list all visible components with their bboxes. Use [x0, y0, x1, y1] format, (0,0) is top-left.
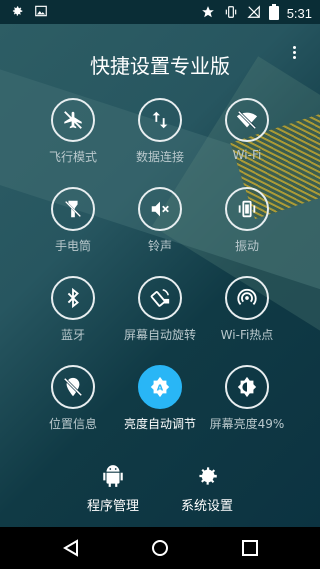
airplane-off-icon: [51, 98, 95, 142]
tile-label: 屏幕亮度49%: [209, 417, 285, 431]
volume-off-icon: [138, 187, 182, 231]
android-icon: [103, 465, 123, 487]
data-arrows-icon: [138, 98, 182, 142]
more-vert-icon[interactable]: [290, 44, 298, 62]
home-icon[interactable]: [150, 538, 170, 558]
tile-location[interactable]: 位置信息: [27, 365, 119, 432]
screen-rotation-icon: [138, 276, 182, 320]
status-bar: 5:31: [0, 0, 320, 24]
brightness-half-icon: [225, 365, 269, 409]
star-icon: [201, 5, 215, 22]
vibrate-icon: [223, 5, 239, 22]
brightness-auto-icon: A: [138, 365, 182, 409]
system-settings-button[interactable]: 系统设置: [157, 463, 257, 514]
tile-flashlight[interactable]: 手电筒: [27, 187, 119, 254]
navigation-bar: [0, 527, 320, 569]
app-title: 快捷设置专业版: [90, 54, 230, 78]
tile-auto-rotate[interactable]: 屏幕自动旋转: [114, 276, 206, 343]
tile-bluetooth[interactable]: 蓝牙: [27, 276, 119, 343]
tile-label: 铃声: [147, 239, 172, 253]
bluetooth-icon: [51, 276, 95, 320]
vibrate-icon: [225, 187, 269, 231]
tile-auto-brightness[interactable]: A 亮度自动调节: [114, 365, 206, 432]
gear-icon: [10, 4, 24, 21]
tile-label: 振动: [234, 239, 259, 253]
image-icon: [34, 4, 48, 21]
tile-label: 屏幕自动旋转: [123, 328, 196, 342]
app-manager-button[interactable]: 程序管理: [63, 463, 163, 514]
system-settings-label: 系统设置: [180, 499, 233, 514]
back-icon[interactable]: [61, 538, 81, 558]
tile-ringtone[interactable]: 铃声: [114, 187, 206, 254]
tile-label: 数据连接: [135, 150, 184, 164]
app-manager-label: 程序管理: [86, 499, 139, 514]
tile-mobile-data[interactable]: 数据连接: [114, 98, 206, 165]
tile-wifi[interactable]: Wi-Fi: [201, 98, 293, 162]
tile-vibrate[interactable]: 振动: [201, 187, 293, 254]
tile-label: 飞行模式: [48, 150, 97, 164]
tile-airplane-mode[interactable]: 飞行模式: [27, 98, 119, 165]
battery-icon: [268, 4, 279, 23]
status-time: 5:31: [286, 6, 312, 21]
tile-label: 手电筒: [54, 239, 91, 253]
tile-label: Wi-Fi热点: [220, 328, 274, 342]
tile-label: 位置信息: [48, 417, 97, 431]
recents-icon[interactable]: [240, 538, 260, 558]
flashlight-icon: [51, 187, 95, 231]
tile-label: Wi-Fi: [232, 148, 262, 162]
tile-screen-brightness[interactable]: 屏幕亮度49%: [201, 365, 293, 432]
no-signal-icon: [247, 5, 261, 22]
wifi-tethering-icon: [225, 276, 269, 320]
gear-icon: [199, 467, 217, 485]
tile-label: 亮度自动调节: [123, 417, 196, 431]
wifi-off-icon: [225, 98, 269, 142]
location-off-icon: [51, 365, 95, 409]
tile-label: 蓝牙: [60, 328, 85, 342]
svg-text:A: A: [157, 383, 164, 393]
tile-wifi-hotspot[interactable]: Wi-Fi热点: [201, 276, 293, 343]
